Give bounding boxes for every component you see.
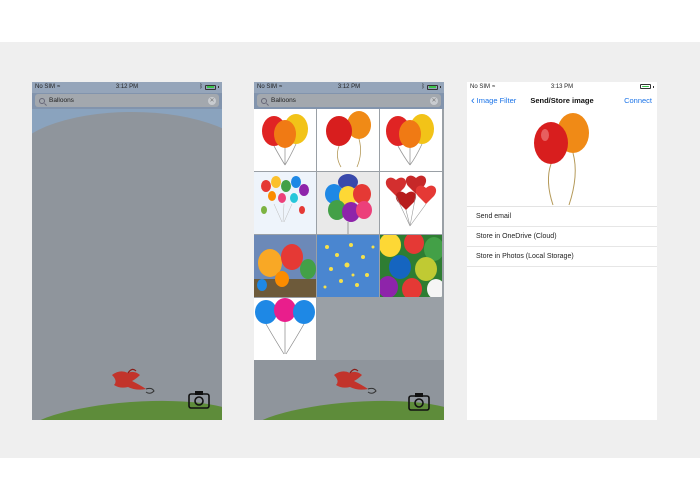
bird-logo [334,368,377,394]
battery-fill [641,85,649,88]
clock: 3:12 PM [337,84,361,90]
camera-icon[interactable] [188,390,210,409]
clear-icon[interactable]: ✕ [430,96,438,105]
status-bar: No SIM ≈ 3:13 PM [467,82,657,92]
image-thumbnail[interactable] [254,235,316,297]
image-thumbnail[interactable] [254,298,316,360]
bluetooth-icon: ᛒ [421,84,425,90]
clock: 3:12 PM [115,84,139,90]
image-thumbnail[interactable] [317,172,379,234]
search-input[interactable]: Balloons [271,97,430,104]
store-onedrive-option[interactable]: Store in OneDrive (Cloud) [467,227,657,247]
store-photos-option[interactable]: Store in Photos (Local Storage) [467,247,657,267]
image-grid [254,109,444,360]
image-thumbnail[interactable] [380,109,442,171]
phone-send-store: No SIM ≈ 3:13 PM ‹ Image Filter Send/Stor… [467,82,657,420]
bluetooth-icon: ᛒ [199,84,203,90]
image-thumbnail[interactable] [254,172,316,234]
search-icon [39,97,45,104]
battery-icon [205,84,216,90]
battery-fill [206,86,214,88]
search-icon [261,97,267,104]
image-thumbnail[interactable] [380,235,442,297]
battery-icon [427,84,438,90]
battery-fill [428,86,436,88]
search-bar[interactable]: Balloons ✕ [35,94,219,107]
send-email-option[interactable]: Send email [467,207,657,227]
camera-icon[interactable] [408,392,430,411]
status-bar: No SIM ≈ 3:12 PM ᛒ [32,82,222,92]
search-input[interactable]: Balloons [49,97,208,104]
navigation-bar: ‹ Image Filter Send/Store image Connect [467,92,657,109]
selected-image-preview [534,113,589,206]
status-bar: No SIM ≈ 3:12 PM ᛒ [254,82,444,92]
image-thumbnail[interactable] [317,109,379,171]
clear-icon[interactable]: ✕ [208,96,216,105]
phone-search-results: No SIM ≈ 3:12 PM ᛒ Balloons ✕ [254,82,444,420]
search-bar[interactable]: Balloons ✕ [257,94,441,107]
image-thumbnail[interactable] [254,109,316,171]
connect-button[interactable]: Connect [624,96,652,105]
image-thumbnail[interactable] [380,172,442,234]
phone-search-empty: No SIM ≈ 3:12 PM ᛒ Balloons ✕ [32,82,222,420]
battery-icon [640,84,651,89]
image-thumbnail[interactable] [317,235,379,297]
share-options-list: Send email Store in OneDrive (Cloud) Sto… [467,206,657,267]
clock: 3:13 PM [550,84,574,90]
bird-logo [112,368,155,394]
